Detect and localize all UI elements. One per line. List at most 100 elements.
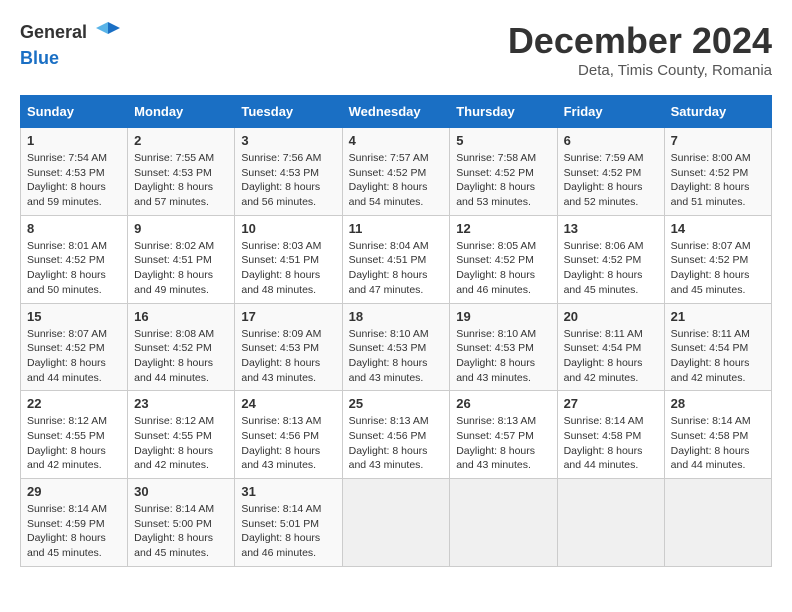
day-info: Sunrise: 8:09 AMSunset: 4:53 PMDaylight:…	[241, 327, 335, 386]
day-info: Sunrise: 8:04 AMSunset: 4:51 PMDaylight:…	[349, 239, 444, 298]
calendar-cell	[342, 479, 450, 567]
day-number: 15	[27, 309, 121, 324]
day-number: 6	[564, 133, 658, 148]
logo: General Blue	[20, 20, 122, 69]
day-number: 10	[241, 221, 335, 236]
day-info: Sunrise: 8:11 AMSunset: 4:54 PMDaylight:…	[564, 327, 658, 386]
calendar-cell	[450, 479, 557, 567]
day-number: 2	[134, 133, 228, 148]
day-number: 4	[349, 133, 444, 148]
day-info: Sunrise: 8:14 AMSunset: 4:59 PMDaylight:…	[27, 502, 121, 561]
weekday-header-friday: Friday	[557, 96, 664, 128]
day-number: 21	[671, 309, 765, 324]
calendar-cell: 12 Sunrise: 8:05 AMSunset: 4:52 PMDayligh…	[450, 215, 557, 303]
calendar-week-row: 22 Sunrise: 8:12 AMSunset: 4:55 PMDayligh…	[21, 391, 772, 479]
calendar-cell: 17 Sunrise: 8:09 AMSunset: 4:53 PMDayligh…	[235, 303, 342, 391]
day-number: 8	[27, 221, 121, 236]
weekday-header-row: SundayMondayTuesdayWednesdayThursdayFrid…	[21, 96, 772, 128]
calendar-cell: 14 Sunrise: 8:07 AMSunset: 4:52 PMDayligh…	[664, 215, 771, 303]
day-info: Sunrise: 8:14 AMSunset: 4:58 PMDaylight:…	[671, 414, 765, 473]
day-number: 1	[27, 133, 121, 148]
calendar-cell: 10 Sunrise: 8:03 AMSunset: 4:51 PMDayligh…	[235, 215, 342, 303]
calendar-header: SundayMondayTuesdayWednesdayThursdayFrid…	[21, 96, 772, 128]
calendar-week-row: 1Sunrise: 7:54 AMSunset: 4:53 PMDaylight…	[21, 128, 772, 216]
calendar-cell: 11 Sunrise: 8:04 AMSunset: 4:51 PMDayligh…	[342, 215, 450, 303]
calendar-cell: 13Sunrise: 8:06 AMSunset: 4:52 PMDayligh…	[557, 215, 664, 303]
day-info: Sunrise: 8:08 AMSunset: 4:52 PMDaylight:…	[134, 327, 228, 386]
day-info: Sunrise: 8:07 AMSunset: 4:52 PMDaylight:…	[27, 327, 121, 386]
day-info: Sunrise: 8:14 AMSunset: 4:58 PMDaylight:…	[564, 414, 658, 473]
logo-text: General Blue	[20, 20, 122, 69]
calendar-cell: 22 Sunrise: 8:12 AMSunset: 4:55 PMDayligh…	[21, 391, 128, 479]
subtitle: Deta, Timis County, Romania	[508, 62, 772, 79]
day-number: 17	[241, 309, 335, 324]
calendar-cell: 20Sunrise: 8:11 AMSunset: 4:54 PMDayligh…	[557, 303, 664, 391]
day-info: Sunrise: 7:55 AMSunset: 4:53 PMDaylight:…	[134, 151, 228, 210]
calendar-cell: 7Sunrise: 8:00 AMSunset: 4:52 PMDaylight…	[664, 128, 771, 216]
day-info: Sunrise: 8:14 AMSunset: 5:01 PMDaylight:…	[241, 502, 335, 561]
calendar-body: 1Sunrise: 7:54 AMSunset: 4:53 PMDaylight…	[21, 128, 772, 567]
calendar-cell: 15 Sunrise: 8:07 AMSunset: 4:52 PMDayligh…	[21, 303, 128, 391]
day-info: Sunrise: 8:11 AMSunset: 4:54 PMDaylight:…	[671, 327, 765, 386]
day-info: Sunrise: 8:02 AMSunset: 4:51 PMDaylight:…	[134, 239, 228, 298]
day-number: 11	[349, 221, 444, 236]
day-info: Sunrise: 8:05 AMSunset: 4:52 PMDaylight:…	[456, 239, 550, 298]
calendar-cell: 31 Sunrise: 8:14 AMSunset: 5:01 PMDayligh…	[235, 479, 342, 567]
calendar-cell	[557, 479, 664, 567]
calendar-cell: 2 Sunrise: 7:55 AMSunset: 4:53 PMDaylight…	[128, 128, 235, 216]
title-area: December 2024 Deta, Timis County, Romani…	[508, 20, 772, 79]
calendar-cell: 29 Sunrise: 8:14 AMSunset: 4:59 PMDayligh…	[21, 479, 128, 567]
weekday-header-saturday: Saturday	[664, 96, 771, 128]
calendar-cell: 6 Sunrise: 7:59 AMSunset: 4:52 PMDaylight…	[557, 128, 664, 216]
calendar-cell: 23 Sunrise: 8:12 AMSunset: 4:55 PMDayligh…	[128, 391, 235, 479]
day-info: Sunrise: 8:12 AMSunset: 4:55 PMDaylight:…	[134, 414, 228, 473]
day-number: 19	[456, 309, 550, 324]
day-number: 29	[27, 484, 121, 499]
logo-blue: Blue	[20, 48, 59, 68]
day-info: Sunrise: 7:59 AMSunset: 4:52 PMDaylight:…	[564, 151, 658, 210]
day-info: Sunrise: 8:13 AMSunset: 4:57 PMDaylight:…	[456, 414, 550, 473]
calendar-cell: 8Sunrise: 8:01 AMSunset: 4:52 PMDaylight…	[21, 215, 128, 303]
day-number: 28	[671, 396, 765, 411]
day-number: 3	[241, 133, 335, 148]
day-info: Sunrise: 8:06 AMSunset: 4:52 PMDaylight:…	[564, 239, 658, 298]
day-info: Sunrise: 8:14 AMSunset: 5:00 PMDaylight:…	[134, 502, 228, 561]
day-info: Sunrise: 8:00 AMSunset: 4:52 PMDaylight:…	[671, 151, 765, 210]
day-number: 24	[241, 396, 335, 411]
calendar-cell: 16 Sunrise: 8:08 AMSunset: 4:52 PMDayligh…	[128, 303, 235, 391]
day-number: 9	[134, 221, 228, 236]
day-info: Sunrise: 8:10 AMSunset: 4:53 PMDaylight:…	[349, 327, 444, 386]
day-info: Sunrise: 8:03 AMSunset: 4:51 PMDaylight:…	[241, 239, 335, 298]
day-number: 12	[456, 221, 550, 236]
day-number: 14	[671, 221, 765, 236]
day-info: Sunrise: 8:07 AMSunset: 4:52 PMDaylight:…	[671, 239, 765, 298]
day-number: 16	[134, 309, 228, 324]
day-number: 26	[456, 396, 550, 411]
month-title: December 2024	[508, 20, 772, 62]
weekday-header-monday: Monday	[128, 96, 235, 128]
day-number: 23	[134, 396, 228, 411]
day-info: Sunrise: 8:10 AMSunset: 4:53 PMDaylight:…	[456, 327, 550, 386]
day-number: 31	[241, 484, 335, 499]
calendar-week-row: 29 Sunrise: 8:14 AMSunset: 4:59 PMDayligh…	[21, 479, 772, 567]
calendar-cell: 5Sunrise: 7:58 AMSunset: 4:52 PMDaylight…	[450, 128, 557, 216]
day-info: Sunrise: 7:56 AMSunset: 4:53 PMDaylight:…	[241, 151, 335, 210]
day-info: Sunrise: 7:58 AMSunset: 4:52 PMDaylight:…	[456, 151, 550, 210]
day-number: 18	[349, 309, 444, 324]
logo-flag-icon	[94, 20, 122, 48]
calendar-cell: 19 Sunrise: 8:10 AMSunset: 4:53 PMDayligh…	[450, 303, 557, 391]
calendar-cell: 28 Sunrise: 8:14 AMSunset: 4:58 PMDayligh…	[664, 391, 771, 479]
weekday-header-wednesday: Wednesday	[342, 96, 450, 128]
calendar-cell: 21 Sunrise: 8:11 AMSunset: 4:54 PMDayligh…	[664, 303, 771, 391]
calendar-cell: 25Sunrise: 8:13 AMSunset: 4:56 PMDayligh…	[342, 391, 450, 479]
day-info: Sunrise: 8:12 AMSunset: 4:55 PMDaylight:…	[27, 414, 121, 473]
calendar-table: SundayMondayTuesdayWednesdayThursdayFrid…	[20, 95, 772, 567]
logo-general: General	[20, 22, 87, 42]
header: General Blue December 2024 Deta, Timis C…	[20, 20, 772, 79]
calendar-cell: 18 Sunrise: 8:10 AMSunset: 4:53 PMDayligh…	[342, 303, 450, 391]
weekday-header-thursday: Thursday	[450, 96, 557, 128]
calendar-cell: 3 Sunrise: 7:56 AMSunset: 4:53 PMDaylight…	[235, 128, 342, 216]
day-number: 22	[27, 396, 121, 411]
calendar-cell: 4Sunrise: 7:57 AMSunset: 4:52 PMDaylight…	[342, 128, 450, 216]
calendar-cell: 24Sunrise: 8:13 AMSunset: 4:56 PMDayligh…	[235, 391, 342, 479]
